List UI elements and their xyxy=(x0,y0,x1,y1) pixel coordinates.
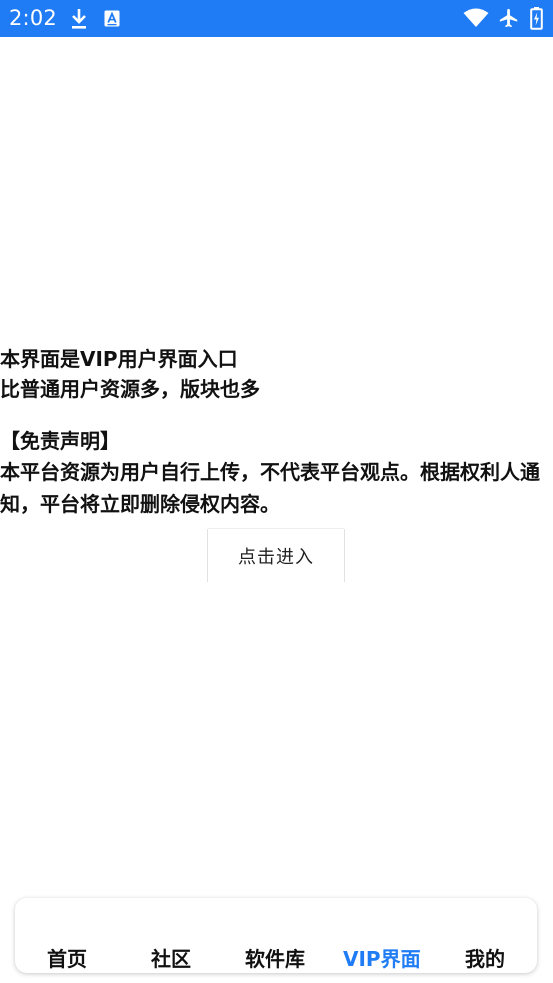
airplane-mode-icon xyxy=(499,8,518,28)
nav-item-vip[interactable]: VIP界面 xyxy=(343,945,421,973)
download-icon xyxy=(72,9,86,29)
intro-text-line-2: 比普通用户资源多，版块也多 xyxy=(0,377,260,401)
nav-item-software-library[interactable]: 软件库 xyxy=(245,945,305,973)
status-bar: 2:02 xyxy=(0,0,553,37)
intro-text-line-1: 本界面是VIP用户界面入口 xyxy=(0,347,238,371)
battery-icon xyxy=(530,7,543,30)
enter-vip-button[interactable]: 点击进入 xyxy=(208,529,344,582)
nav-item-profile[interactable]: 我的 xyxy=(465,945,505,973)
nav-item-community[interactable]: 社区 xyxy=(151,945,191,973)
status-time: 2:02 xyxy=(9,6,57,30)
disclaimer-text: 本平台资源为用户自行上传，不代表平台观点。根据权利人通知，平台将立即删除侵权内容… xyxy=(0,460,540,516)
vip-info-section: 本界面是VIP用户界面入口 比普通用户资源多，版块也多 【免责声明】 本平台资源… xyxy=(0,344,553,520)
bottom-navigation-bar: 首页 社区 软件库 VIP界面 我的 xyxy=(15,898,537,973)
nav-item-home[interactable]: 首页 xyxy=(47,945,87,973)
app-notification-icon xyxy=(104,10,120,27)
disclaimer-title: 【免责声明】 xyxy=(0,429,120,453)
wifi-icon xyxy=(463,8,489,27)
